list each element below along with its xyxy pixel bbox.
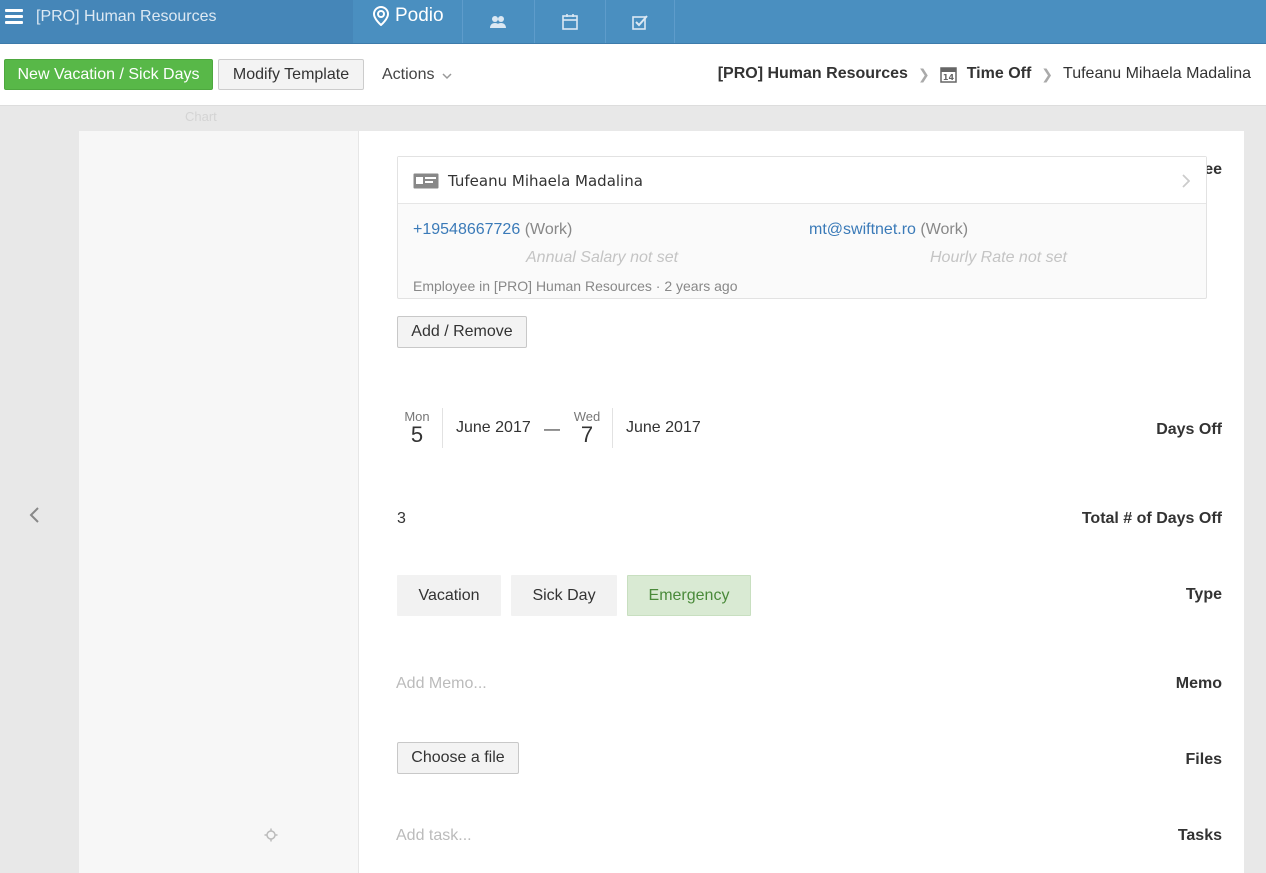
date-divider xyxy=(612,408,613,448)
workspace-title[interactable]: [PRO] Human Resources xyxy=(36,8,217,26)
calendar-icon xyxy=(561,13,578,30)
tasks-tab[interactable] xyxy=(605,0,675,43)
add-remove-button[interactable]: Add / Remove xyxy=(397,316,527,348)
previous-item-chevron-icon[interactable] xyxy=(28,506,40,524)
type-option-vacation[interactable]: Vacation xyxy=(397,575,501,616)
breadcrumb-separator-icon: ❯ xyxy=(1041,65,1054,82)
top-navigation-bar: [PRO] Human Resources Podio xyxy=(0,0,1266,44)
workspace-switcher[interactable]: [PRO] Human Resources xyxy=(0,0,353,43)
calendar-tab[interactable] xyxy=(534,0,604,43)
employee-phone: +19548667726 (Work) xyxy=(413,221,572,239)
start-date[interactable]: Mon 5 June 2017 xyxy=(397,408,531,448)
date-range-separator: — xyxy=(544,421,560,438)
email-type: (Work) xyxy=(920,221,969,238)
end-month: June 2017 xyxy=(626,419,701,436)
phone-type: (Work) xyxy=(524,221,573,238)
date-divider xyxy=(442,408,443,448)
chevron-down-icon xyxy=(442,73,452,80)
start-day-number: 5 xyxy=(410,422,424,447)
breadcrumb: [PRO] Human Resources ❯ 14 Time Off ❯ Tu… xyxy=(718,65,1251,83)
logo-text: Podio xyxy=(395,5,444,26)
memo-input[interactable]: Add Memo... xyxy=(396,675,487,693)
end-date-box: Wed 7 xyxy=(567,410,607,446)
action-bar: New Vacation / Sick Days Modify Template… xyxy=(0,44,1266,106)
end-date[interactable]: Wed 7 June 2017 xyxy=(567,408,701,448)
type-option-sick-day[interactable]: Sick Day xyxy=(511,575,617,616)
employee-name[interactable]: Tufeanu Mihaela Madalina xyxy=(448,172,643,190)
actions-dropdown[interactable]: Actions xyxy=(382,66,452,84)
breadcrumb-app[interactable]: Time Off xyxy=(967,65,1032,83)
breadcrumb-workspace[interactable]: [PRO] Human Resources xyxy=(718,65,908,83)
files-label: Files xyxy=(1185,751,1222,768)
type-label: Type xyxy=(1185,586,1222,603)
start-date-box: Mon 5 xyxy=(397,410,437,446)
calendar-app-icon: 14 xyxy=(939,66,957,83)
employee-email: mt@swiftnet.ro (Work) xyxy=(809,221,968,239)
modify-template-button[interactable]: Modify Template xyxy=(218,59,364,90)
contacts-tab[interactable] xyxy=(462,0,532,43)
breadcrumb-separator-icon: ❯ xyxy=(917,65,930,82)
annual-salary-status: Annual Salary not set xyxy=(526,249,679,266)
choose-file-button[interactable]: Choose a file xyxy=(397,742,519,774)
employee-meta: Employee in [PRO] Human Resources · 2 ye… xyxy=(413,278,738,294)
new-vacation-button[interactable]: New Vacation / Sick Days xyxy=(4,59,213,90)
hourly-rate-status: Hourly Rate not set xyxy=(930,249,1067,266)
item-card: *Employee Days Off Total # of Days Off T… xyxy=(79,131,1244,873)
add-task-input[interactable]: Add task... xyxy=(396,827,472,845)
hamburger-menu-icon[interactable] xyxy=(5,9,23,25)
total-days-label: Total # of Days Off xyxy=(1081,510,1222,527)
people-icon xyxy=(489,15,506,28)
days-off-label: Days Off xyxy=(1156,421,1222,438)
background-chart-label: Chart xyxy=(185,109,217,124)
tasks-label: Tasks xyxy=(1177,827,1222,844)
chevron-right-icon[interactable] xyxy=(1181,174,1190,188)
actions-label: Actions xyxy=(382,66,435,83)
employee-reference-header[interactable]: Tufeanu Mihaela Madalina xyxy=(398,157,1206,204)
podio-logo[interactable]: Podio xyxy=(372,5,444,27)
total-days-value: 3 xyxy=(397,510,406,527)
checkbox-icon xyxy=(632,14,648,30)
svg-text:14: 14 xyxy=(943,73,955,82)
email-link[interactable]: mt@swiftnet.ro xyxy=(809,221,916,238)
end-day-number: 7 xyxy=(580,422,594,447)
start-month: June 2017 xyxy=(456,419,531,436)
phone-link[interactable]: +19548667726 xyxy=(413,221,520,238)
gear-icon[interactable] xyxy=(264,828,278,842)
breadcrumb-item: Tufeanu Mihaela Madalina xyxy=(1063,65,1251,82)
contact-card-icon xyxy=(413,173,439,189)
memo-label: Memo xyxy=(1175,675,1222,692)
field-label-column xyxy=(79,131,359,873)
type-option-emergency[interactable]: Emergency xyxy=(627,575,751,616)
podio-pin-icon xyxy=(372,6,390,26)
employee-reference-card: Tufeanu Mihaela Madalina +19548667726 (W… xyxy=(397,156,1207,299)
